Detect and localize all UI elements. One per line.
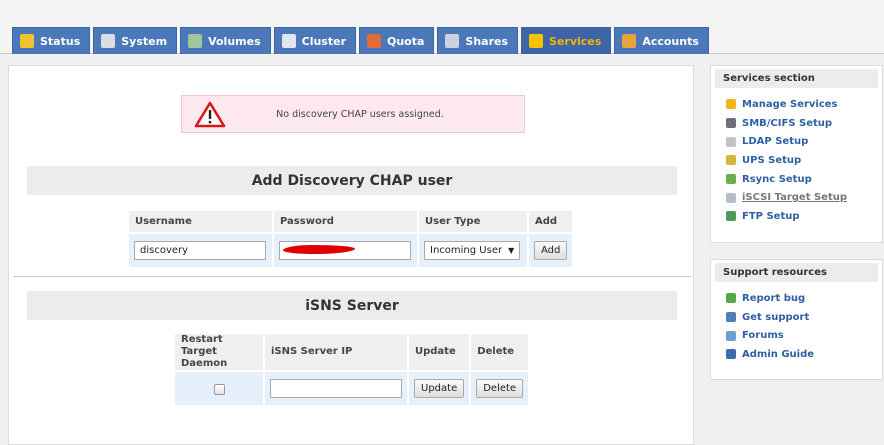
ups-icon: [726, 155, 736, 166]
warning-alert: No discovery CHAP users assigned.: [181, 95, 525, 133]
restart-daemon-checkbox[interactable]: [213, 383, 225, 395]
manage-services-icon: [726, 99, 736, 110]
link-label: Forums: [742, 330, 784, 342]
user-type-select[interactable]: Incoming User ▼: [424, 241, 521, 260]
rsync-icon: [726, 174, 736, 185]
link-label: iSCSI Target Setup: [742, 192, 848, 204]
shares-icon: [445, 34, 460, 48]
restart-header-line-2: Daemon: [181, 358, 228, 369]
ftp-icon: [726, 211, 736, 222]
report-bug-link[interactable]: Report bug: [726, 289, 882, 308]
tab-strip: Status System Volumes Cluster Quota Shar…: [12, 27, 712, 54]
tab-label: Shares: [465, 34, 509, 48]
alert-message: No discovery CHAP users assigned.: [276, 108, 444, 120]
isns-server-ip-input[interactable]: [270, 379, 402, 398]
chap-user-form: Username Password User Type Add Incoming…: [127, 209, 574, 269]
link-label: UPS Setup: [742, 154, 802, 166]
services-icon: [529, 34, 544, 48]
link-label: FTP Setup: [742, 210, 800, 222]
ups-setup-link[interactable]: UPS Setup: [726, 151, 882, 170]
link-label: Report bug: [742, 292, 806, 304]
tab-cluster[interactable]: Cluster: [273, 27, 356, 54]
username-input[interactable]: [134, 241, 266, 260]
ldap-icon: [726, 136, 736, 147]
user-type-header: User Type: [419, 211, 527, 232]
tab-services[interactable]: Services: [521, 27, 612, 54]
link-label: Get support: [742, 311, 810, 323]
link-label: Rsync Setup: [742, 173, 812, 185]
delete-header: Delete: [471, 334, 529, 370]
get-support-icon: [726, 312, 736, 323]
chap-section-title: Add Discovery CHAP user: [27, 166, 677, 195]
iscsi-icon: [726, 192, 736, 203]
link-label: LDAP Setup: [742, 136, 809, 148]
smb-cifs-setup-link[interactable]: SMB/CIFS Setup: [726, 114, 882, 133]
system-icon: [101, 34, 116, 48]
report-bug-icon: [726, 293, 736, 304]
get-support-link[interactable]: Get support: [726, 308, 882, 327]
ldap-setup-link[interactable]: LDAP Setup: [726, 132, 882, 151]
admin-guide-link[interactable]: Admin Guide: [726, 345, 882, 364]
link-label: Admin Guide: [742, 348, 815, 360]
delete-button[interactable]: Delete: [476, 379, 524, 398]
link-label: SMB/CIFS Setup: [742, 117, 833, 129]
admin-guide-icon: [726, 349, 736, 360]
rsync-setup-link[interactable]: Rsync Setup: [726, 170, 882, 189]
tab-label: Accounts: [642, 34, 699, 48]
support-links: Report bug Get support Forums Admin Guid…: [711, 289, 882, 364]
chevron-down-icon: ▼: [508, 246, 515, 255]
password-field-wrapper: [279, 241, 412, 260]
ftp-setup-link[interactable]: FTP Setup: [726, 207, 882, 226]
tab-status[interactable]: Status: [12, 27, 91, 54]
tab-shares[interactable]: Shares: [437, 27, 519, 54]
top-navigation: Status System Volumes Cluster Quota Shar…: [0, 0, 884, 54]
add-header: Add: [529, 211, 573, 232]
forums-link[interactable]: Forums: [726, 326, 882, 345]
manage-services-link[interactable]: Manage Services: [726, 95, 882, 114]
iscsi-target-setup-link[interactable]: iSCSI Target Setup: [726, 188, 882, 207]
isns-section-title: iSNS Server: [27, 291, 677, 320]
services-section-title: Services section: [715, 69, 878, 88]
user-type-value: Incoming User: [430, 245, 503, 256]
tab-label: Services: [549, 34, 602, 48]
section-divider: [14, 276, 691, 277]
accounts-icon: [622, 34, 637, 48]
password-header: Password: [274, 211, 417, 232]
cluster-icon: [281, 34, 296, 48]
tab-label: Quota: [387, 34, 425, 48]
services-links: Manage Services SMB/CIFS Setup LDAP Setu…: [711, 95, 882, 226]
tab-system[interactable]: System: [93, 27, 178, 54]
volumes-icon: [188, 34, 203, 48]
link-label: Manage Services: [742, 98, 838, 110]
add-button[interactable]: Add: [534, 241, 568, 260]
restart-header-line-1: Restart Target: [181, 334, 223, 357]
tab-label: Status: [40, 34, 81, 48]
forums-icon: [726, 330, 736, 341]
tab-label: Cluster: [301, 34, 346, 48]
support-resources-box: Support resources Report bug Get support…: [710, 259, 883, 380]
update-header: Update: [409, 334, 470, 370]
tab-label: Volumes: [208, 34, 261, 48]
warning-icon: [194, 101, 226, 128]
isns-server-form: Restart Target Daemon iSNS Server IP Upda…: [173, 332, 530, 407]
services-section-box: Services section Manage Services SMB/CIF…: [710, 65, 883, 243]
tab-quota[interactable]: Quota: [359, 27, 435, 54]
update-button[interactable]: Update: [414, 379, 465, 398]
support-resources-title: Support resources: [715, 263, 878, 282]
quota-icon: [367, 34, 381, 48]
smb-icon: [726, 118, 736, 129]
username-header: Username: [129, 211, 272, 232]
status-icon: [20, 34, 34, 48]
tab-accounts[interactable]: Accounts: [614, 27, 709, 54]
tab-label: System: [121, 34, 168, 48]
tab-volumes[interactable]: Volumes: [180, 27, 271, 54]
main-panel: No discovery CHAP users assigned. Add Di…: [8, 65, 694, 445]
restart-daemon-header: Restart Target Daemon: [175, 334, 263, 370]
server-ip-header: iSNS Server IP: [265, 334, 407, 370]
